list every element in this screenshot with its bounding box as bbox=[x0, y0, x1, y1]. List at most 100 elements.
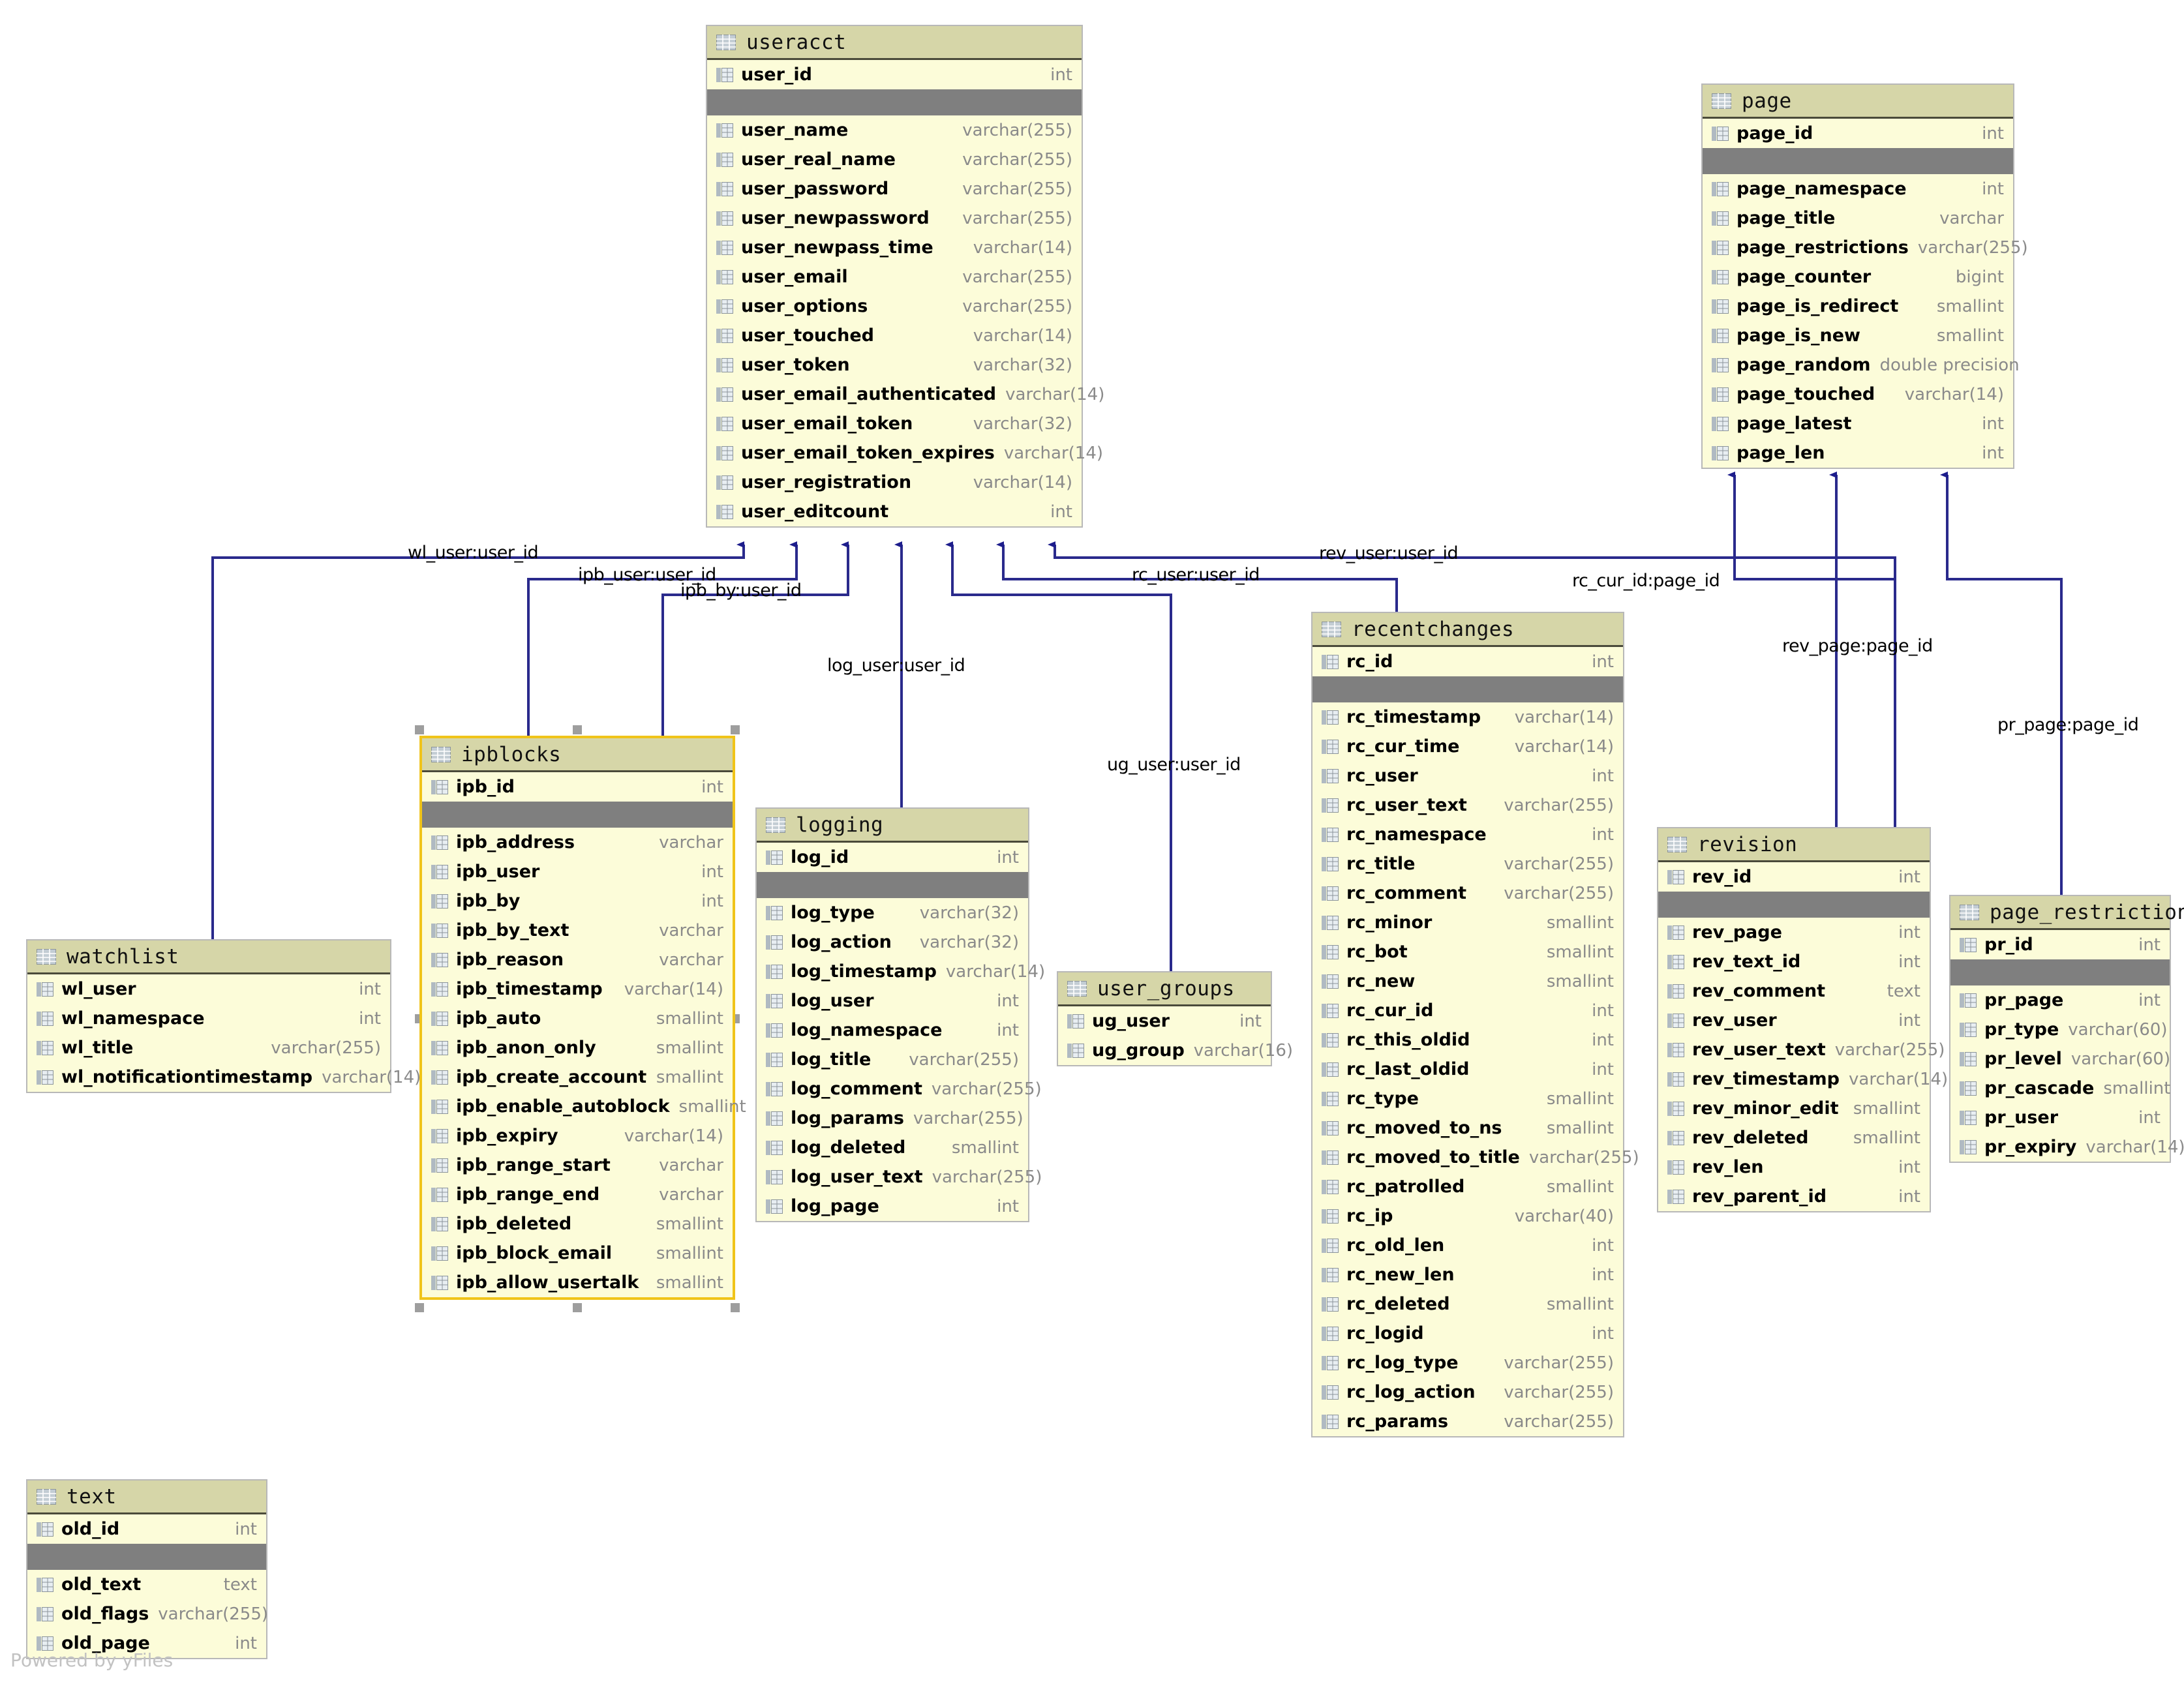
attribute-row-pk[interactable]: log_id int bbox=[757, 843, 1028, 872]
attribute-row[interactable]: rc_old_lenint bbox=[1312, 1231, 1623, 1260]
attribute-row[interactable]: pr_expiryvarchar(14) bbox=[1950, 1132, 2170, 1162]
entity-recentchanges[interactable]: recentchanges rc_id int rc_timestampvarc… bbox=[1311, 612, 1624, 1437]
attribute-row[interactable]: rev_parent_idint bbox=[1658, 1182, 1930, 1211]
attribute-row[interactable]: rc_typesmallint bbox=[1312, 1084, 1623, 1113]
attribute-row[interactable]: ipb_range_startvarchar bbox=[422, 1150, 733, 1180]
attribute-row[interactable]: log_commentvarchar(255) bbox=[757, 1074, 1028, 1104]
attribute-row[interactable]: page_lenint bbox=[1703, 438, 2013, 468]
attribute-row[interactable]: ipb_range_endvarchar bbox=[422, 1180, 733, 1209]
attribute-row[interactable]: rc_user_textvarchar(255) bbox=[1312, 790, 1623, 820]
attribute-row[interactable]: log_user_textvarchar(255) bbox=[757, 1162, 1028, 1192]
entity-page[interactable]: page page_id int page_namespaceint page_… bbox=[1701, 83, 2014, 469]
attribute-row[interactable]: page_titlevarchar bbox=[1703, 203, 2013, 233]
attribute-row[interactable]: log_titlevarchar(255) bbox=[757, 1045, 1028, 1074]
attribute-row[interactable]: wl_notificationtimestampvarchar(14) bbox=[27, 1062, 390, 1092]
attribute-row[interactable]: ipb_timestampvarchar(14) bbox=[422, 974, 733, 1004]
attribute-row[interactable]: log_pageint bbox=[757, 1192, 1028, 1221]
attribute-row[interactable]: ipb_byint bbox=[422, 886, 733, 916]
selection-handle-sw[interactable] bbox=[415, 1303, 424, 1312]
attribute-row[interactable]: ipb_block_emailsmallint bbox=[422, 1239, 733, 1268]
selection-handle-s[interactable] bbox=[573, 1303, 582, 1312]
attribute-row[interactable]: user_registrationvarchar(14) bbox=[707, 468, 1082, 497]
attribute-row-pk[interactable]: rc_id int bbox=[1312, 647, 1623, 676]
attribute-row[interactable]: page_is_redirectsmallint bbox=[1703, 292, 2013, 321]
attribute-row[interactable]: rc_log_typevarchar(255) bbox=[1312, 1348, 1623, 1377]
attribute-row[interactable]: page_touchedvarchar(14) bbox=[1703, 380, 2013, 409]
attribute-row[interactable]: log_typevarchar(32) bbox=[757, 898, 1028, 927]
attribute-row[interactable]: rc_moved_to_titlevarchar(255) bbox=[1312, 1143, 1623, 1172]
attribute-row[interactable]: user_emailvarchar(255) bbox=[707, 262, 1082, 292]
attribute-row[interactable]: user_newpass_timevarchar(14) bbox=[707, 233, 1082, 262]
attribute-row[interactable]: pr_levelvarchar(60) bbox=[1950, 1044, 2170, 1074]
attribute-row[interactable]: page_counterbigint bbox=[1703, 262, 2013, 292]
attribute-row[interactable]: page_namespaceint bbox=[1703, 174, 2013, 203]
attribute-row[interactable]: rc_commentvarchar(255) bbox=[1312, 879, 1623, 908]
attribute-row[interactable]: wl_namespaceint bbox=[27, 1004, 390, 1033]
attribute-row[interactable]: user_touchedvarchar(14) bbox=[707, 321, 1082, 350]
attribute-row[interactable]: rev_pageint bbox=[1658, 918, 1930, 947]
attribute-row[interactable]: ipb_autosmallint bbox=[422, 1004, 733, 1033]
attribute-row[interactable]: user_newpasswordvarchar(255) bbox=[707, 203, 1082, 233]
attribute-row[interactable]: page_latestint bbox=[1703, 409, 2013, 438]
attribute-row[interactable]: rev_timestampvarchar(14) bbox=[1658, 1064, 1930, 1094]
attribute-row-pk[interactable]: rev_id int bbox=[1658, 862, 1930, 892]
selection-handle-n[interactable] bbox=[573, 725, 582, 734]
attribute-row-pk[interactable]: ipb_id int bbox=[422, 772, 733, 802]
attribute-row[interactable]: wl_titlevarchar(255) bbox=[27, 1033, 390, 1062]
attribute-row[interactable]: log_paramsvarchar(255) bbox=[757, 1104, 1028, 1133]
attribute-row[interactable]: rev_lenint bbox=[1658, 1152, 1930, 1182]
attribute-row[interactable]: user_real_namevarchar(255) bbox=[707, 145, 1082, 174]
attribute-row[interactable]: rev_userint bbox=[1658, 1006, 1930, 1035]
attribute-row[interactable]: log_userint bbox=[757, 986, 1028, 1015]
attribute-row[interactable]: ipb_reasonvarchar bbox=[422, 945, 733, 974]
attribute-row[interactable]: rev_commenttext bbox=[1658, 976, 1930, 1006]
attribute-row[interactable]: page_is_newsmallint bbox=[1703, 321, 2013, 350]
attribute-row[interactable]: rc_paramsvarchar(255) bbox=[1312, 1407, 1623, 1436]
attribute-row[interactable]: rc_this_oldidint bbox=[1312, 1025, 1623, 1055]
attribute-row[interactable]: ipb_deletedsmallint bbox=[422, 1209, 733, 1239]
attribute-row[interactable]: ug_groupvarchar(16) bbox=[1058, 1036, 1271, 1065]
attribute-row[interactable]: rc_namespaceint bbox=[1312, 820, 1623, 849]
attribute-row[interactable]: pr_cascadesmallint bbox=[1950, 1074, 2170, 1103]
entity-logging[interactable]: logging log_id int log_typevarchar(32) l… bbox=[755, 807, 1029, 1222]
attribute-row[interactable]: ipb_expiryvarchar(14) bbox=[422, 1121, 733, 1150]
attribute-row-pk[interactable]: old_id int bbox=[27, 1514, 266, 1544]
attribute-row[interactable]: pr_pageint bbox=[1950, 985, 2170, 1015]
selection-handle-se[interactable] bbox=[731, 1303, 740, 1312]
attribute-row[interactable]: pr_userint bbox=[1950, 1103, 2170, 1132]
attribute-row[interactable]: rc_patrolledsmallint bbox=[1312, 1172, 1623, 1201]
entity-user-groups[interactable]: user_groups ug_userint ug_groupvarchar(1… bbox=[1057, 971, 1272, 1066]
selection-handle-nw[interactable] bbox=[415, 725, 424, 734]
attribute-row[interactable]: page_restrictionsvarchar(255) bbox=[1703, 233, 2013, 262]
attribute-row[interactable]: rc_botsmallint bbox=[1312, 937, 1623, 967]
attribute-row[interactable]: user_tokenvarchar(32) bbox=[707, 350, 1082, 380]
entity-watchlist[interactable]: watchlist wl_userint wl_namespaceint wl_… bbox=[26, 939, 391, 1093]
selection-handle-ne[interactable] bbox=[731, 725, 740, 734]
attribute-row[interactable]: rc_cur_timevarchar(14) bbox=[1312, 732, 1623, 761]
attribute-row[interactable]: page_randomdouble precision bbox=[1703, 350, 2013, 380]
attribute-row-pk[interactable]: user_id int bbox=[707, 60, 1082, 89]
attribute-row[interactable]: rc_newsmallint bbox=[1312, 967, 1623, 996]
attribute-row[interactable]: user_namevarchar(255) bbox=[707, 115, 1082, 145]
attribute-row-pk[interactable]: page_id int bbox=[1703, 119, 2013, 148]
attribute-row[interactable]: wl_userint bbox=[27, 974, 390, 1004]
attribute-row[interactable]: rev_text_idint bbox=[1658, 947, 1930, 976]
attribute-row[interactable]: ipb_allow_usertalksmallint bbox=[422, 1268, 733, 1297]
entity-revision[interactable]: revision rev_id int rev_pageint rev_text… bbox=[1657, 827, 1931, 1212]
attribute-row[interactable]: log_timestampvarchar(14) bbox=[757, 957, 1028, 986]
entity-ipblocks[interactable]: ipblocks ipb_id int ipb_addressvarchar i… bbox=[419, 736, 735, 1300]
attribute-row[interactable]: pr_typevarchar(60) bbox=[1950, 1015, 2170, 1044]
attribute-row[interactable]: ipb_by_textvarchar bbox=[422, 916, 733, 945]
attribute-row[interactable]: user_passwordvarchar(255) bbox=[707, 174, 1082, 203]
attribute-row[interactable]: rc_cur_idint bbox=[1312, 996, 1623, 1025]
diagram-canvas[interactable]: useracct user_id int user_namevarchar(25… bbox=[0, 0, 2184, 1684]
attribute-row[interactable]: old_flagsvarchar(255) bbox=[27, 1599, 266, 1629]
attribute-row[interactable]: rc_last_oldidint bbox=[1312, 1055, 1623, 1084]
attribute-row[interactable]: user_email_authenticatedvarchar(14) bbox=[707, 380, 1082, 409]
attribute-row[interactable]: user_email_tokenvarchar(32) bbox=[707, 409, 1082, 438]
attribute-row[interactable]: ipb_enable_autoblocksmallint bbox=[422, 1092, 733, 1121]
attribute-row[interactable]: ug_userint bbox=[1058, 1006, 1271, 1036]
entity-useracct[interactable]: useracct user_id int user_namevarchar(25… bbox=[706, 25, 1083, 528]
attribute-row[interactable]: rc_deletedsmallint bbox=[1312, 1289, 1623, 1319]
attribute-row[interactable]: user_optionsvarchar(255) bbox=[707, 292, 1082, 321]
